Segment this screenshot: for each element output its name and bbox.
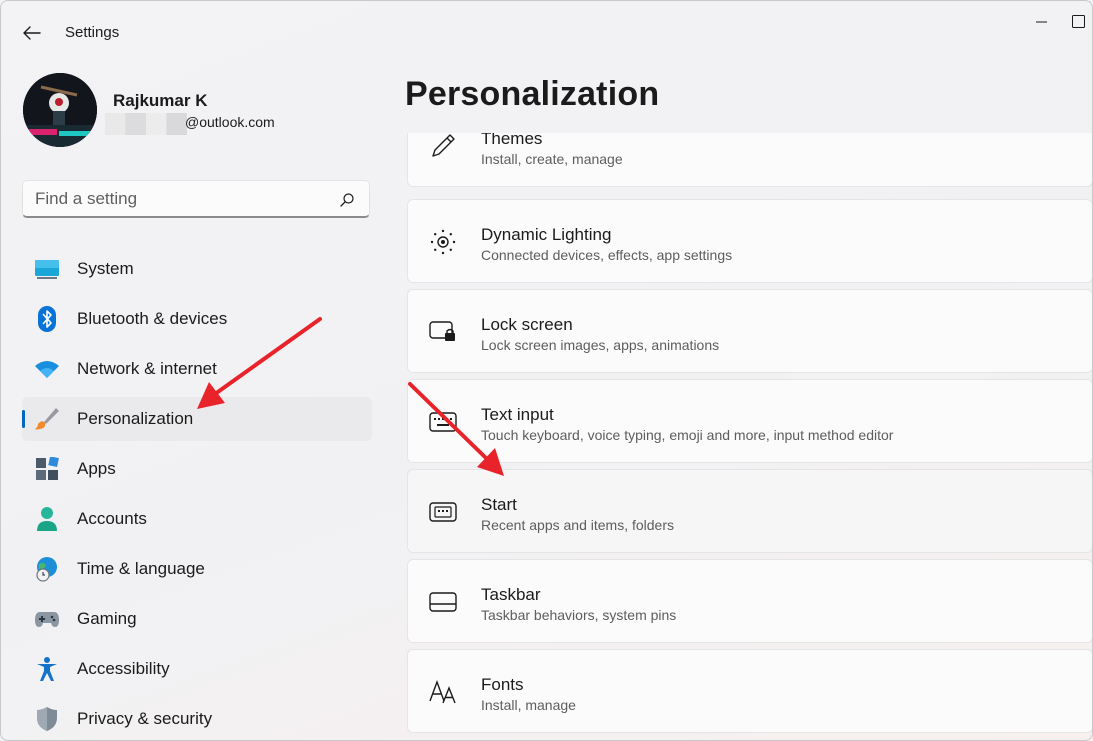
globe-clock-icon (34, 557, 60, 582)
bluetooth-icon (34, 306, 60, 332)
sidebar-item-apps[interactable]: Apps (22, 447, 372, 491)
card-subtitle: Lock screen images, apps, animations (481, 337, 720, 353)
card-title: Start (481, 495, 517, 514)
sidebar-item-label: Bluetooth & devices (77, 309, 228, 328)
start-icon (428, 498, 458, 526)
title-bar: Settings (1, 1, 1092, 63)
maximize-icon (1072, 15, 1085, 28)
card-title: Fonts (481, 675, 524, 694)
avatar[interactable] (23, 73, 97, 147)
card-title: Text input (481, 405, 554, 424)
sidebar-item-privacy[interactable]: Privacy & security (22, 697, 372, 740)
card-title: Taskbar (481, 585, 541, 604)
card-subtitle: Recent apps and items, folders (481, 517, 674, 533)
card-start[interactable]: Start Recent apps and items, folders (407, 469, 1092, 553)
card-subtitle: Touch keyboard, voice typing, emoji and … (481, 427, 894, 443)
user-name: Rajkumar K (113, 91, 208, 110)
monitor-icon (34, 257, 60, 281)
card-subtitle: Connected devices, effects, app settings (481, 247, 733, 263)
card-title: Lock screen (481, 315, 573, 334)
search-input[interactable] (35, 188, 325, 210)
back-button[interactable] (15, 19, 49, 47)
sidebar-item-label: Personalization (77, 409, 194, 428)
user-email: @outlook.com (185, 114, 275, 130)
minimize-button[interactable] (1022, 11, 1062, 33)
card-text-input[interactable]: Text input Touch keyboard, voice typing,… (407, 379, 1092, 463)
sidebar-item-accessibility[interactable]: Accessibility (22, 647, 372, 691)
card-fonts[interactable]: Fonts Install, manage (407, 649, 1092, 733)
sidebar-item-system[interactable]: System (22, 247, 372, 291)
avatar-image (23, 73, 97, 147)
sidebar-item-label: Accessibility (77, 659, 170, 678)
sidebar-item-time-language[interactable]: Time & language (22, 547, 372, 591)
search-box (22, 180, 370, 218)
settings-card-list: Themes Install, create, manage Dynamic L… (407, 133, 1092, 740)
card-subtitle: Taskbar behaviors, system pins (481, 607, 677, 623)
lock-screen-icon (428, 318, 458, 346)
back-arrow-icon (23, 26, 41, 40)
sidebar-item-label: System (77, 259, 134, 278)
sidebar-item-label: Gaming (77, 609, 137, 628)
person-icon (34, 507, 60, 531)
minimize-icon (1036, 21, 1047, 23)
taskbar-icon (428, 588, 458, 616)
email-redaction (105, 113, 187, 135)
paintbrush-icon (34, 407, 60, 431)
sidebar-item-gaming[interactable]: Gaming (22, 597, 372, 641)
maximize-button[interactable] (1072, 11, 1092, 33)
sidebar-nav: System Bluetooth & devices Network & int… (22, 247, 372, 740)
search-icon[interactable] (339, 192, 355, 208)
card-lock-screen[interactable]: Lock screen Lock screen images, apps, an… (407, 289, 1092, 373)
sidebar-item-label: Apps (77, 459, 116, 478)
card-subtitle: Install, manage (481, 697, 576, 713)
sidebar-item-bluetooth[interactable]: Bluetooth & devices (22, 297, 372, 341)
sidebar-item-label: Network & internet (77, 359, 217, 378)
pen-icon (428, 133, 458, 160)
sidebar-item-network[interactable]: Network & internet (22, 347, 372, 391)
lighting-icon (428, 228, 458, 256)
apps-icon (34, 457, 60, 481)
card-subtitle: Install, create, manage (481, 151, 623, 167)
card-themes[interactable]: Themes Install, create, manage (407, 133, 1092, 187)
sidebar-item-personalization[interactable]: Personalization (22, 397, 372, 441)
shield-icon (34, 707, 60, 731)
wifi-icon (34, 357, 60, 381)
card-title: Themes (481, 133, 543, 148)
sidebar-item-label: Accounts (77, 509, 147, 528)
sidebar-item-accounts[interactable]: Accounts (22, 497, 372, 541)
gamepad-icon (34, 607, 60, 631)
card-taskbar[interactable]: Taskbar Taskbar behaviors, system pins (407, 559, 1092, 643)
keyboard-icon (428, 408, 458, 436)
app-title: Settings (65, 24, 120, 41)
sidebar-item-label: Time & language (77, 559, 205, 578)
card-title: Dynamic Lighting (481, 225, 612, 244)
settings-window: Settings Rajkumar K @outlook.com Find a … (0, 0, 1093, 741)
fonts-icon (428, 678, 458, 706)
card-dynamic-lighting[interactable]: Dynamic Lighting Connected devices, effe… (407, 199, 1092, 283)
page-title: Personalization (405, 75, 660, 113)
sidebar-item-label: Privacy & security (77, 709, 213, 728)
accessibility-icon (34, 657, 60, 681)
